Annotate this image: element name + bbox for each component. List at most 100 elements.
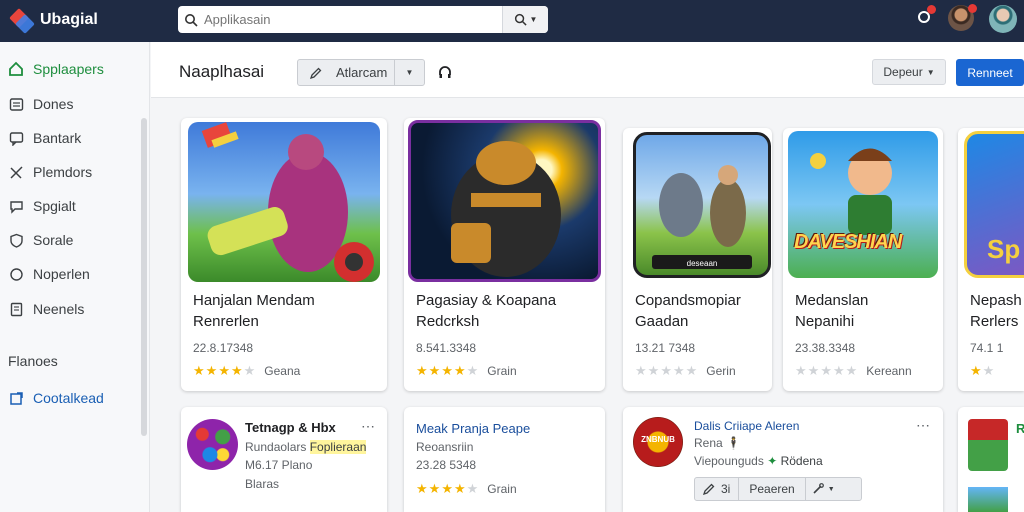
shield-icon <box>8 232 24 248</box>
sidebar-item-noperlen[interactable]: Noperlen <box>8 263 90 285</box>
list-item-actions: 3i Peaeren ▼ <box>694 477 862 501</box>
rating: ★ ★ ★ ★ ★ Grain <box>416 363 517 378</box>
app-subtitle: Reoansriin <box>416 440 474 454</box>
search-input[interactable] <box>204 7 502 32</box>
page-title: Naaplhasai <box>179 62 265 81</box>
app-title: Medanslan Nepanihi <box>795 292 869 330</box>
app-subtitle: Rena 🕴 <box>694 436 741 450</box>
chat-icon <box>8 130 24 146</box>
home-icon <box>8 61 24 77</box>
profile-badge <box>968 4 977 13</box>
account-button[interactable] <box>989 5 1017 33</box>
app-artwork: deseaan <box>633 132 771 278</box>
notifications-button[interactable] <box>916 5 936 29</box>
app-meta: Blaras <box>245 477 280 491</box>
rating: ★ ★ ★ ★ ★ Grain <box>416 481 517 496</box>
sidebar-item-bantark[interactable]: Bantark <box>8 127 81 149</box>
sidebar-item-link[interactable]: Cootalkead <box>8 387 104 409</box>
app-title: Tetnagp & Hbx <box>245 420 336 435</box>
app-artwork <box>188 122 380 282</box>
app-meta: 22.8.17348 <box>193 341 254 355</box>
app-card[interactable]: Sp Nepash Rerlers 74.1 1 ★ ★ <box>958 128 1024 391</box>
app-title: Nepash Rerlers <box>970 292 1022 330</box>
app-icon: ZNBNUB <box>633 417 683 467</box>
app-meta: 23.28 5348 <box>416 458 477 472</box>
edit-button[interactable]: 3i <box>695 478 740 500</box>
app-meta: 23.38.3348 <box>795 341 856 355</box>
app-logo[interactable]: Ubagial <box>9 6 98 34</box>
rating-label: Geana <box>264 364 301 378</box>
headphones-button[interactable] <box>438 65 452 84</box>
primary-action-button[interactable]: Renneet <box>956 59 1024 86</box>
rating: ★ ★ <box>970 363 995 378</box>
wrench-icon <box>813 483 824 494</box>
tag-icon: ✦ <box>767 454 778 468</box>
pencil-icon <box>703 483 715 495</box>
sidebar: Spplaapers Dones Bantark Plemdors Spgial… <box>0 42 150 512</box>
rating: ★ ★ ★ ★ ★ Geana <box>193 363 301 378</box>
list-item[interactable]: ZNBNUB Dalis Criiape Aleren ⋯ Rena 🕴 Vie… <box>623 407 943 512</box>
app-icon <box>968 487 1008 512</box>
sidebar-item-label: Cootalkead <box>33 390 104 406</box>
app-icon <box>968 419 1008 471</box>
circle-icon <box>8 266 24 282</box>
sidebar-item-label: Plemdors <box>33 164 93 180</box>
app-icon <box>187 419 238 470</box>
more-options-button[interactable]: ⋯ <box>361 418 376 435</box>
app-meta: 8.541.3348 <box>416 341 477 355</box>
app-meta: M6.17 Plano <box>245 458 313 472</box>
search-icon <box>514 13 527 26</box>
sidebar-item-plemdors[interactable]: Plemdors <box>8 161 92 183</box>
artwork-caption: deseaan <box>686 259 718 268</box>
tools-dropdown[interactable]: ▼ <box>804 478 841 500</box>
info-icon: 🕴 <box>726 436 741 450</box>
search-bar: ▼ <box>178 6 548 33</box>
action-label[interactable]: Peaeren <box>739 482 804 496</box>
list-item[interactable]: Meak Pranja Peape Reoansriin 23.28 5348 … <box>404 407 605 512</box>
rating-label: Kereann <box>866 364 912 378</box>
action-dropdown-toggle[interactable]: ▼ <box>394 60 424 85</box>
sort-label: Depeur <box>883 65 923 79</box>
action-split-button: Atlarcam ▼ <box>297 59 425 86</box>
app-title: Dalis Criiape Aleren <box>694 419 800 433</box>
sidebar-section-heading: Flanoes <box>8 353 58 369</box>
rating-label: Gerin <box>706 364 736 378</box>
chevron-down-icon: ▼ <box>827 485 835 493</box>
app-card[interactable]: Pagasiay & Koapana Redcrksh 8.541.3348 ★ ★… <box>404 118 605 391</box>
rating-label: Grain <box>487 364 517 378</box>
more-options-button[interactable]: ⋯ <box>916 417 931 434</box>
sidebar-item-label: Neenels <box>33 301 85 317</box>
app-card[interactable]: Hanjalan Mendam Renrerlen 22.8.17348 ★ ★ ★ ★… <box>181 118 387 391</box>
action-button[interactable]: Atlarcam <box>298 65 394 80</box>
profile-button[interactable] <box>948 4 977 31</box>
artwork-title-text: Sp <box>987 234 1021 264</box>
list-item[interactable]: Tetnagp & Hbx ⋯ Rundaolars Foplieraan M6… <box>181 407 387 512</box>
search-icon <box>178 6 204 33</box>
sidebar-item-label: Sorale <box>33 232 74 248</box>
sidebar-item-label: Dones <box>33 96 74 112</box>
sidebar-item-neenels[interactable]: Neenels <box>8 298 84 320</box>
app-title: Copandsmopiar Gaadan <box>635 292 741 330</box>
sidebar-item-sorale[interactable]: Sorale <box>8 229 73 251</box>
app-meta: 74.1 1 <box>970 341 1004 355</box>
app-card[interactable]: DAVESHIAN Medanslan Nepanihi 23.38.3348 ★… <box>783 128 943 391</box>
app-name: Ubagial <box>40 11 98 28</box>
app-card[interactable]: deseaan Copandsmopiar Gaadan 13.21 7348 ★… <box>623 128 772 391</box>
chevron-down-icon: ▼ <box>529 15 538 24</box>
tools-icon <box>8 164 24 180</box>
doc-icon <box>8 301 24 317</box>
app-title: Pagasiay & Koapana Redcrksh <box>416 292 557 330</box>
sidebar-item-home[interactable]: Spplaapers <box>8 58 104 80</box>
sidebar-item-spgialt[interactable]: Spgialt <box>8 195 76 217</box>
search-button[interactable]: ▼ <box>502 6 548 33</box>
rating: ★ ★ ★ ★ ★ Kereann <box>795 363 912 378</box>
sidebar-scrollbar[interactable] <box>141 118 147 436</box>
app-meta: 13.21 7348 <box>635 341 696 355</box>
sidebar-item-dones[interactable]: Dones <box>8 93 73 115</box>
chevron-down-icon: ▼ <box>405 68 414 77</box>
app-artwork: Sp <box>964 131 1024 278</box>
icon-text: ZNBNUB <box>641 435 675 444</box>
app-title: R <box>1016 421 1024 436</box>
sort-dropdown[interactable]: Depeur ▼ <box>872 59 946 85</box>
list-item[interactable]: R <box>958 407 1024 512</box>
